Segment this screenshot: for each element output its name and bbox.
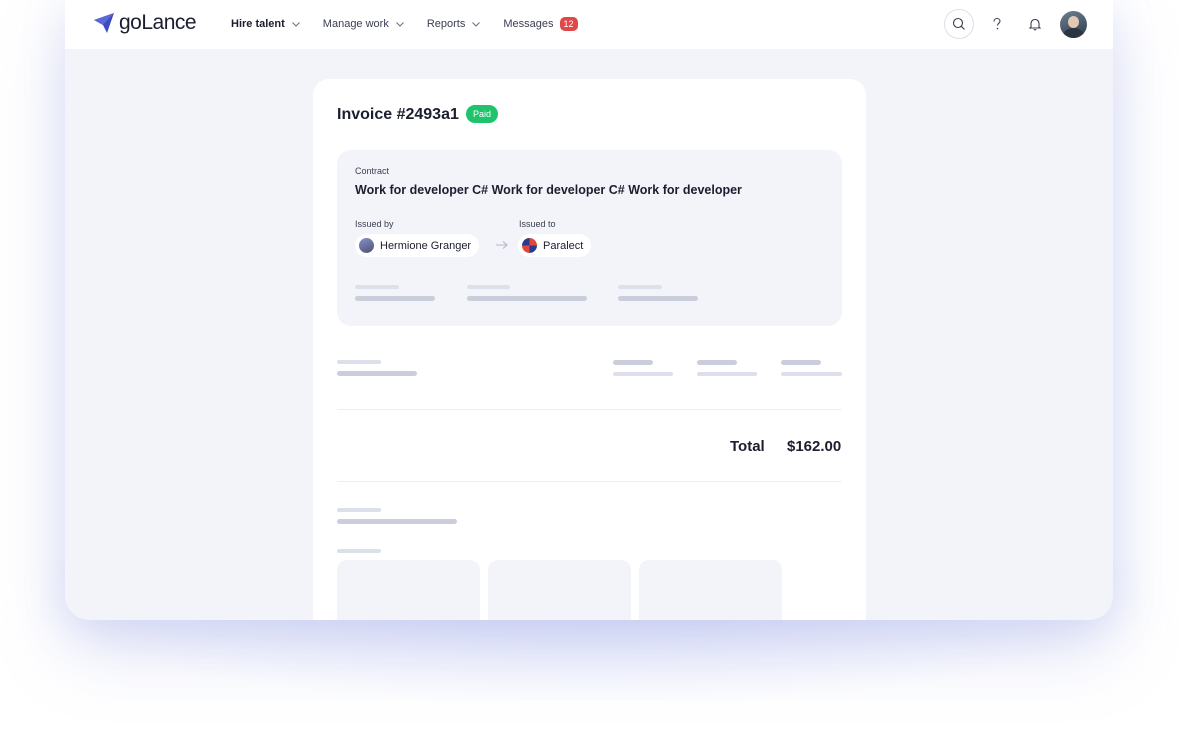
skeleton-line [337,360,381,364]
main-nav: Hire talent Manage work Reports Messages… [231,15,600,33]
attachment-tile[interactable] [639,560,782,620]
skeleton-line [613,372,673,376]
skeleton-line [337,549,381,553]
nav-label: Manage work [322,18,389,30]
nav-label: Messages [503,18,554,30]
contract-panel: Contract Work for developer C# Work for … [337,150,842,326]
invoice-title: Invoice #2493a1 [337,106,459,123]
status-badge: Paid [466,105,499,123]
nav-label: Hire talent [231,18,285,30]
contract-title[interactable]: Work for developer C# Work for developer… [355,183,742,197]
skeleton-line [355,296,435,301]
skeleton-line [697,372,757,376]
company-logo-icon [522,238,537,253]
golance-logo-icon [94,13,114,33]
brand-logo[interactable]: goLance [93,11,197,34]
skeleton-line [781,360,821,365]
help-icon [993,17,1001,30]
nav-manage-work[interactable]: Manage work [323,15,405,33]
app-frame: goLance Hire talent Manage work Reports … [65,0,1113,620]
skeleton-line [355,285,399,289]
skeleton-line [467,285,510,289]
issued-by-chip[interactable]: Hermione Granger [355,234,480,257]
brand-name: goLance [119,11,197,34]
arrow-right-icon [496,241,508,249]
skeleton-line [613,360,653,365]
skeleton-line [697,360,737,365]
avatar [359,238,374,253]
nav-reports[interactable]: Reports [427,15,482,33]
skeleton-line [781,372,842,376]
search-icon [952,17,965,30]
bell-icon [1028,18,1042,31]
nav-messages[interactable]: Messages 12 [503,15,578,33]
issued-to-label: Issued to [519,219,556,229]
chevron-down-icon [395,22,404,27]
chevron-down-icon [291,22,300,27]
skeleton-line [618,285,662,289]
search-button[interactable] [944,9,974,39]
contract-label: Contract [355,166,390,176]
issued-to-name: Paralect [543,239,584,252]
notifications-button[interactable] [1020,9,1050,39]
invoice-card: Invoice #2493a1 Paid Contract Work for d… [313,79,866,620]
skeleton-line [337,371,417,376]
user-avatar[interactable] [1060,10,1087,38]
total-value: $162.00 [787,438,842,455]
divider [337,409,842,410]
skeleton-line [337,519,457,524]
skeleton-line [467,296,587,301]
header-actions [944,9,1087,39]
attachment-tile[interactable] [337,560,480,620]
issued-to-chip[interactable]: Paralect [518,234,592,257]
attachment-tile[interactable] [488,560,631,620]
chevron-down-icon [472,22,481,27]
messages-count-badge: 12 [559,17,578,31]
help-button[interactable] [982,9,1012,39]
issued-by-label: Issued by [355,219,394,229]
issued-by-name: Hermione Granger [380,239,472,252]
nav-hire-talent[interactable]: Hire talent [231,15,301,33]
nav-label: Reports [426,18,466,30]
skeleton-line [337,508,381,512]
skeleton-line [618,296,698,301]
divider [337,481,842,482]
top-header: goLance Hire talent Manage work Reports … [65,0,1113,49]
total-label: Total [730,438,765,455]
